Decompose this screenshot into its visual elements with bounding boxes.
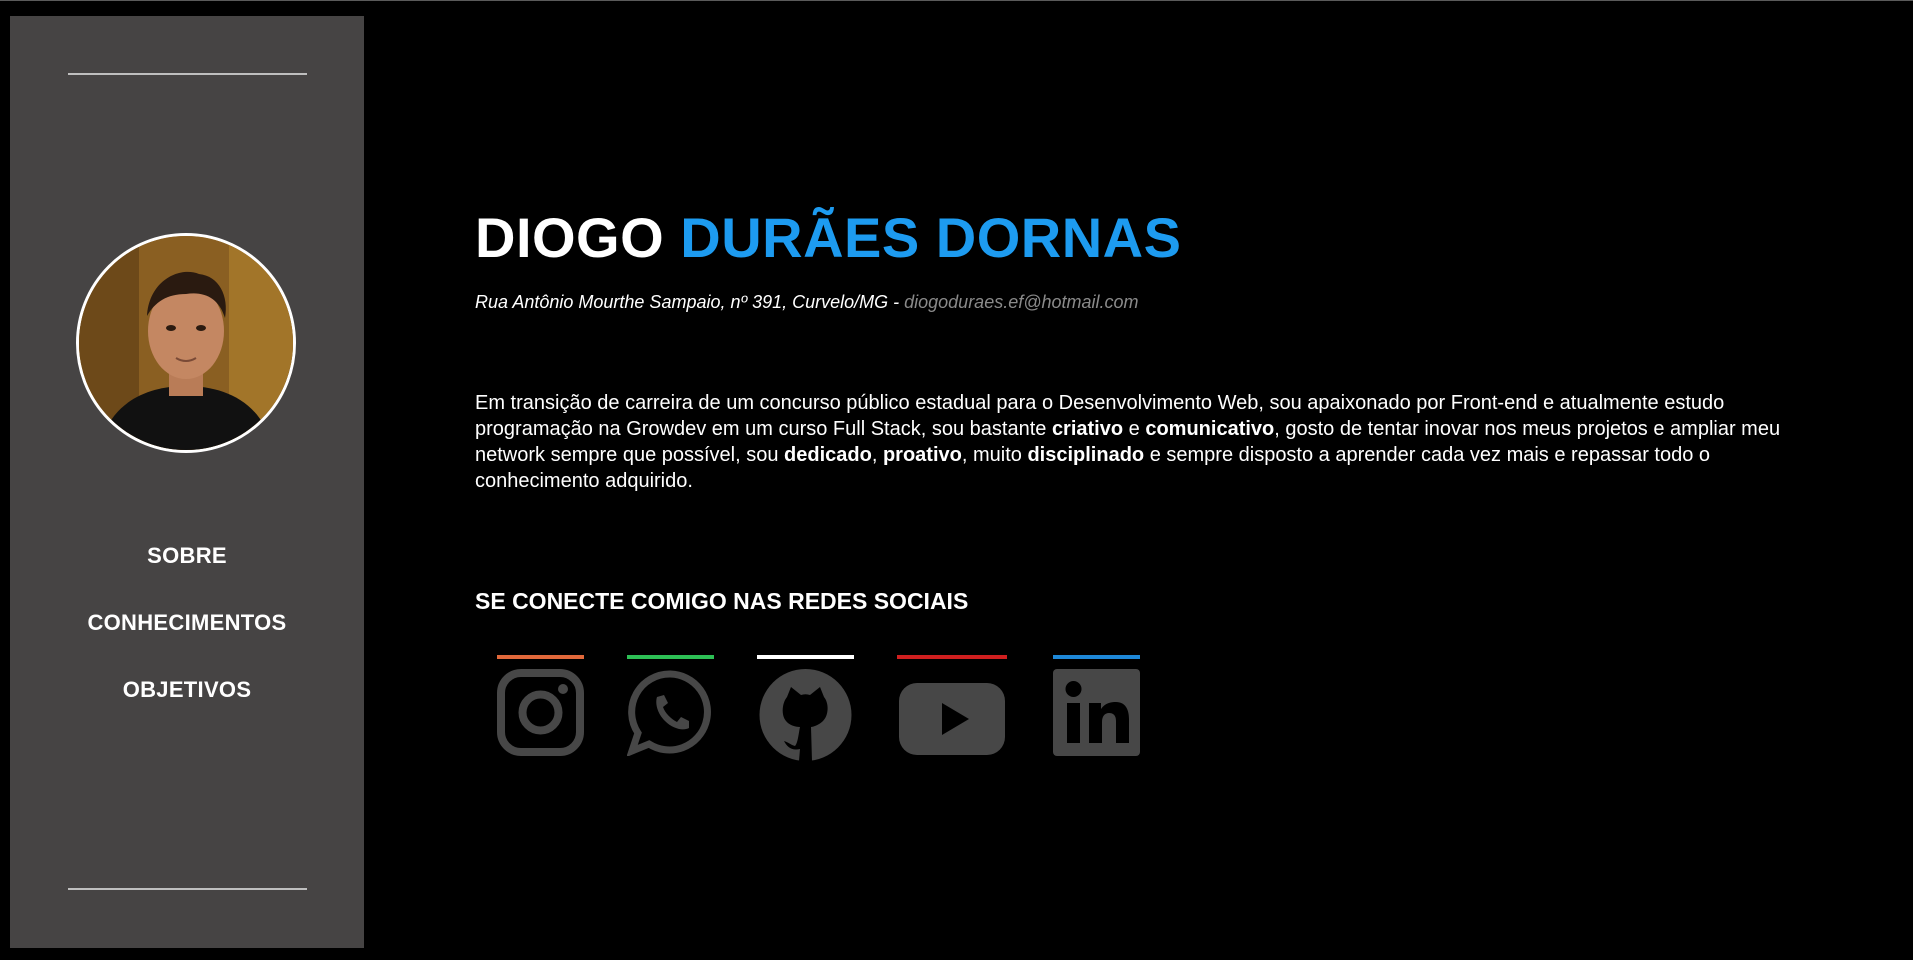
- social-section-title: SE CONECTE COMIGO NAS REDES SOCIAIS: [475, 588, 969, 614]
- sidebar-divider-top: [68, 73, 307, 75]
- youtube-link[interactable]: [897, 655, 1007, 761]
- whatsapp-icon: [626, 670, 711, 758]
- avatar-photo: [79, 236, 293, 450]
- youtube-accent-bar: [897, 655, 1007, 659]
- bio-text: ,: [871, 444, 883, 466]
- bio-highlight: comunicativo: [1145, 418, 1275, 440]
- bio-text: , muito: [961, 444, 1028, 466]
- youtube-icon: [899, 683, 1005, 755]
- instagram-accent-bar: [497, 655, 584, 659]
- bio-highlight: proativo: [882, 444, 962, 466]
- github-link[interactable]: [757, 655, 854, 766]
- sidebar: SOBRE CONHECIMENTOS OBJETIVOS: [10, 16, 364, 948]
- sidebar-divider-bottom: [68, 888, 307, 890]
- top-border: [0, 0, 1913, 1]
- instagram-icon: [497, 669, 584, 756]
- bio-highlight: criativo: [1051, 418, 1124, 440]
- bio-paragraph: Em transição de carreira de um concurso …: [475, 390, 1795, 494]
- nav-item-objetivos[interactable]: OBJETIVOS: [10, 675, 364, 742]
- whatsapp-accent-bar: [627, 655, 714, 659]
- github-accent-bar: [757, 655, 854, 659]
- email-text: diogoduraes.ef@hotmail.com: [904, 292, 1139, 312]
- linkedin-icon: [1053, 669, 1140, 756]
- nav-item-conhecimentos[interactable]: CONHECIMENTOS: [10, 608, 364, 675]
- linkedin-link[interactable]: [1053, 655, 1140, 761]
- page-title: DIOGO DURÃES DORNAS: [475, 205, 1181, 270]
- contact-line: Rua Antônio Mourthe Sampaio, nº 391, Cur…: [475, 292, 1139, 313]
- bio-highlight: dedicado: [784, 444, 872, 466]
- first-name: DIOGO: [475, 206, 665, 269]
- bio-highlight: disciplinado: [1027, 444, 1145, 466]
- last-name: DURÃES DORNAS: [680, 206, 1182, 269]
- sidebar-nav: SOBRE CONHECIMENTOS OBJETIVOS: [10, 541, 364, 742]
- social-links: [475, 655, 1175, 761]
- bio-text: e: [1123, 418, 1146, 440]
- whatsapp-link[interactable]: [626, 655, 714, 761]
- linkedin-accent-bar: [1053, 655, 1140, 659]
- avatar: [76, 233, 296, 453]
- address-text: Rua Antônio Mourthe Sampaio, nº 391, Cur…: [475, 292, 905, 312]
- github-icon: [759, 669, 852, 761]
- instagram-link[interactable]: [497, 655, 584, 761]
- nav-item-sobre[interactable]: SOBRE: [10, 541, 364, 608]
